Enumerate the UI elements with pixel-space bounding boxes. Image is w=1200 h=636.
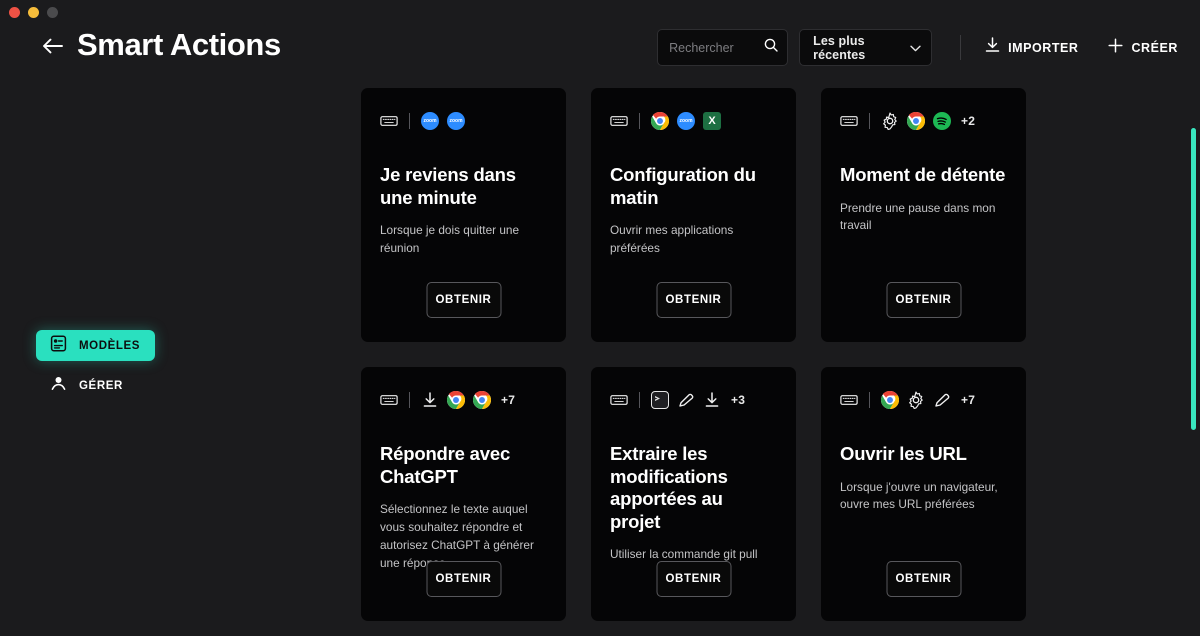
smart-actions-grid: Je reviens dans une minute Lorsque je do… [361,88,1026,621]
spotify-icon [933,112,951,130]
title-area: Smart Actions [42,28,281,62]
icon-divider [869,392,870,408]
pencil-icon [677,391,695,409]
sidebar-item-gerer[interactable]: GÉRER [36,370,138,401]
card-icon-row [380,110,547,132]
card-title: Configuration du matin [610,164,777,209]
smart-action-card[interactable]: +2 Moment de détente Prendre une pause d… [821,88,1026,342]
card-icon-row: +3 [610,389,777,411]
person-icon [50,375,67,397]
card-icon-row [610,110,777,132]
icon-divider [639,392,640,408]
back-arrow-icon[interactable] [42,37,63,58]
icon-divider [639,113,640,129]
chrome-icon [651,112,669,130]
import-button[interactable]: IMPORTER [981,32,1082,63]
sidebar-item-gerer-label: GÉRER [79,380,123,392]
create-button[interactable]: CRÉER [1104,33,1182,63]
icon-divider [409,113,410,129]
icon-overflow-count: +2 [961,114,975,128]
get-button[interactable]: OBTENIR [886,561,961,597]
import-button-label: IMPORTER [1008,41,1078,55]
chrome-icon [907,112,925,130]
download-icon [703,391,721,409]
terminal-icon [651,391,669,409]
keyboard-icon [610,112,628,130]
smart-action-card[interactable]: +3 Extraire les modifications apportées … [591,367,796,621]
keyboard-icon [380,112,398,130]
get-button[interactable]: OBTENIR [656,561,731,597]
icon-overflow-count: +3 [731,393,745,407]
chrome-icon [881,391,899,409]
icon-overflow-count: +7 [501,393,515,407]
sidebar: MODÈLES GÉRER [36,330,236,401]
gear-icon [881,112,899,130]
icon-divider [869,113,870,129]
download-icon [985,37,1000,58]
sidebar-item-modeles-label: MODÈLES [79,340,140,352]
search-input[interactable] [669,41,758,55]
card-description: Lorsque j'ouvre un navigateur, ouvre mes… [840,479,1007,515]
scrollbar-thumb[interactable] [1191,128,1196,430]
keyboard-icon [380,391,398,409]
icon-overflow-count: +7 [961,393,975,407]
card-icon-row: +7 [380,389,547,411]
get-button[interactable]: OBTENIR [656,282,731,318]
card-description: Ouvrir mes applications préférées [610,222,777,258]
search-icon[interactable] [764,38,778,57]
get-button[interactable]: OBTENIR [886,282,961,318]
card-title: Ouvrir les URL [840,443,1007,466]
zoom-icon [677,112,695,130]
keyboard-icon [610,391,628,409]
header-divider [960,35,961,60]
keyboard-icon [840,391,858,409]
card-description: Lorsque je dois quitter une réunion [380,222,547,258]
chrome-icon [473,391,491,409]
smart-action-card[interactable]: Configuration du matin Ouvrir mes applic… [591,88,796,342]
sidebar-item-modeles[interactable]: MODÈLES [36,330,155,361]
plus-icon [1108,38,1123,58]
card-title: Moment de détente [840,164,1007,187]
zoom-icon [421,112,439,130]
header-actions: Les plus récentes IMPORTER [657,29,1182,66]
get-button[interactable]: OBTENIR [426,282,501,318]
card-icon-row: +7 [840,389,1007,411]
card-icon-row: +2 [840,110,1007,132]
zoom-icon [447,112,465,130]
chevron-down-icon [910,39,921,57]
card-title: Répondre avec ChatGPT [380,443,547,488]
app-header: Smart Actions Les plus récentes [0,0,1200,88]
sort-dropdown[interactable]: Les plus récentes [799,29,932,66]
page-title: Smart Actions [77,28,281,62]
card-title: Extraire les modifications apportées au … [610,443,777,533]
create-button-label: CRÉER [1131,41,1178,55]
gear-icon [907,391,925,409]
smart-action-card[interactable]: +7 Ouvrir les URL Lorsque j'ouvre un nav… [821,367,1026,621]
smart-action-card[interactable]: +7 Répondre avec ChatGPT Sélectionnez le… [361,367,566,621]
icon-divider [409,392,410,408]
search-field[interactable] [657,29,788,66]
chrome-icon [447,391,465,409]
pencil-icon [933,391,951,409]
keyboard-icon [840,112,858,130]
download-icon [421,391,439,409]
card-description: Prendre une pause dans mon travail [840,200,1007,236]
sort-dropdown-label: Les plus récentes [813,34,910,62]
smart-action-card[interactable]: Je reviens dans une minute Lorsque je do… [361,88,566,342]
template-icon [50,335,67,357]
card-title: Je reviens dans une minute [380,164,547,209]
excel-icon [703,112,721,130]
get-button[interactable]: OBTENIR [426,561,501,597]
